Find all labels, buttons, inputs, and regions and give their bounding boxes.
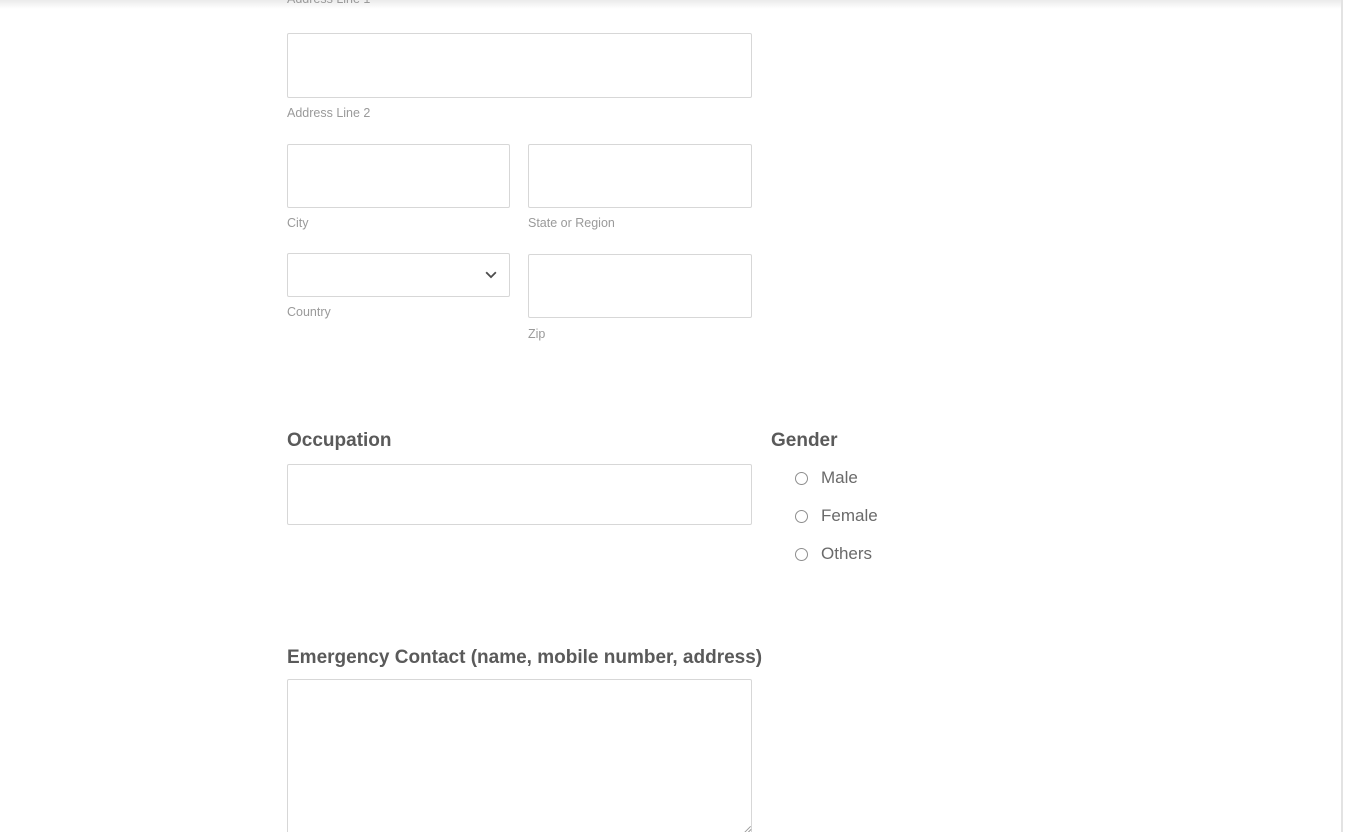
gender-option-label: Female <box>821 506 878 525</box>
gender-option-label: Male <box>821 468 858 487</box>
occupation-heading: Occupation <box>287 430 392 451</box>
country-select[interactable] <box>287 253 510 297</box>
gender-option-female[interactable]: Female <box>795 506 878 526</box>
form-page: Address Line 1 Address Line 2 City State… <box>0 0 1366 832</box>
occupation-input[interactable] <box>287 464 752 525</box>
gender-heading: Gender <box>771 430 838 451</box>
emergency-contact-heading: Emergency Contact (name, mobile number, … <box>287 647 763 668</box>
zip-input[interactable] <box>528 254 752 318</box>
city-input[interactable] <box>287 144 510 208</box>
gender-option-label: Others <box>821 544 873 563</box>
form-content-area: Address Line 1 Address Line 2 City State… <box>0 0 1341 832</box>
zip-label: Zip <box>528 327 546 341</box>
address-line2-input[interactable] <box>287 33 752 98</box>
emergency-contact-textarea[interactable] <box>287 679 752 832</box>
gender-option-male[interactable]: Male <box>795 468 858 488</box>
country-label: Country <box>287 305 331 319</box>
address-line1-label: Address Line 1 <box>287 0 370 7</box>
radio-icon[interactable] <box>795 509 808 523</box>
city-label: City <box>287 216 309 230</box>
chevron-down-icon <box>485 271 497 279</box>
radio-icon[interactable] <box>795 471 808 485</box>
vertical-scrollbar[interactable] <box>1341 0 1366 832</box>
radio-icon[interactable] <box>795 547 808 561</box>
address-line2-label: Address Line 2 <box>287 106 371 120</box>
gender-option-others[interactable]: Others <box>795 544 872 564</box>
state-or-region-input[interactable] <box>528 144 752 208</box>
state-or-region-label: State or Region <box>528 216 615 230</box>
